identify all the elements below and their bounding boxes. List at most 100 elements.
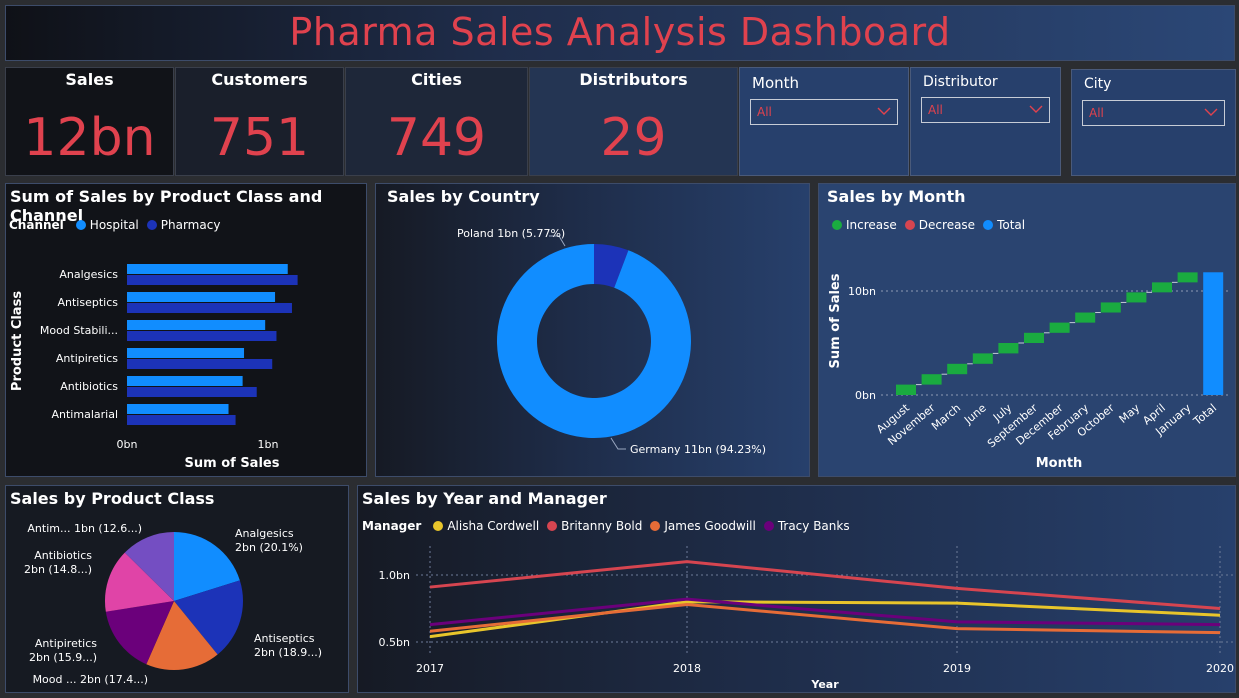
leader-line-germany (610, 437, 626, 450)
x-tick-label: 0bn (117, 438, 138, 451)
y-axis-title: Product Class (10, 291, 25, 391)
sales-by-country-chart[interactable]: Sales by Country Poland 1bn (5.77%) Germa… (375, 183, 810, 477)
city-dropdown[interactable]: All (1082, 100, 1225, 126)
line-chart-svg: 1.0bn 0.5bn 2017 2018 2019 2020 Year (379, 546, 1234, 691)
slicer-label: Month (752, 74, 800, 92)
data-label-mood: Mood ... 2bn (17.4...) (33, 673, 148, 686)
kpi-label: Distributors (579, 70, 688, 89)
dropdown-value: All (1089, 106, 1104, 120)
x-axis-title: Month (1036, 456, 1083, 471)
data-label-poland: Poland 1bn (5.77%) (457, 227, 565, 240)
data-label-antiseptics: Antiseptics (254, 632, 315, 645)
bar-january (1177, 272, 1198, 283)
kpi-card-sales[interactable]: Sales 12bn (5, 67, 174, 176)
data-label-antipiretics: 2bn (15.9...) (29, 651, 97, 664)
y-tick-label: 0bn (855, 389, 876, 402)
data-label-germany: Germany 11bn (94.23%) (630, 443, 766, 456)
data-label-antiseptics: 2bn (18.9...) (254, 646, 322, 659)
kpi-label: Customers (211, 70, 308, 89)
data-label-analgesics: 2bn (20.1%) (235, 541, 303, 554)
sales-by-product-class-chart[interactable]: Sales by Product Class Analgesics 2bn (20… (5, 485, 349, 693)
dropdown-value: All (928, 103, 943, 117)
kpi-label: Sales (65, 70, 114, 89)
dropdown-value: All (757, 105, 772, 119)
x-tick-label: 2018 (673, 662, 701, 675)
x-tick-label: 2019 (943, 662, 971, 675)
waterfall-chart-svg: 0bn10bnAugustNovemberMarchJune JulySeptem… (828, 272, 1229, 471)
dashboard-title: Pharma Sales Analysis Dashboard (289, 10, 951, 54)
bar-october (1100, 302, 1121, 313)
sales-by-year-manager-chart[interactable]: Sales by Year and Manager Manager Alisha… (357, 485, 1236, 693)
bar-antimalarial-pharmacy (127, 415, 236, 425)
x-tick-label: 2020 (1206, 662, 1234, 675)
chevron-down-icon (1029, 105, 1043, 113)
x-axis-title: Year (810, 678, 839, 691)
x-tick-label: 1bn (258, 438, 279, 451)
bar-august (896, 384, 916, 395)
data-label-analgesics: Analgesics (235, 527, 294, 540)
bar-mood-stabili-hospital (127, 320, 266, 330)
kpi-value: 751 (209, 108, 310, 168)
bar-chart-svg: Analgesics Antiseptics Mood Stabili... Anti… (10, 264, 298, 471)
dashboard-header: Pharma Sales Analysis Dashboard (5, 5, 1235, 61)
distributor-dropdown[interactable]: All (921, 97, 1050, 123)
distributor-slicer: Distributor All (910, 67, 1061, 176)
bar-march (947, 363, 968, 375)
pie-chart-svg: Analgesics2bn (20.1%) Antiseptics2bn (18.… (24, 522, 322, 686)
category-label-antipiretics: Antipiretics (56, 352, 118, 365)
slice-germany (497, 244, 691, 438)
bar-total (1203, 272, 1224, 395)
bar-december (1049, 322, 1070, 333)
category-label-mood-stabili: Mood Stabili... (40, 324, 118, 337)
city-slicer: City All (1071, 69, 1236, 176)
bar-june (972, 353, 993, 364)
bar-july (998, 343, 1019, 354)
x-tick-label-total: Total (1190, 401, 1219, 428)
month-slicer: Month All (739, 67, 909, 176)
category-label-antimalarial: Antimalarial (52, 408, 119, 421)
slicer-label: Distributor (923, 74, 998, 90)
donut-chart-svg: Poland 1bn (5.77%) Germany 11bn (94.23%) (457, 227, 766, 456)
bar-september (1024, 332, 1044, 343)
kpi-card-cities[interactable]: Cities 749 (345, 67, 528, 176)
sales-by-month-chart[interactable]: Sales by Month Increase Decrease Total 0… (818, 183, 1236, 477)
data-label-antipiretics: Antipiretics (35, 637, 97, 650)
product-class-channel-chart[interactable]: Sum of Sales by Product Class and Channe… (5, 183, 367, 477)
kpi-value: 29 (600, 108, 667, 168)
category-label-antiseptics: Antiseptics (58, 296, 119, 309)
y-tick-label: 10bn (848, 285, 876, 298)
bar-antimalarial-hospital (127, 404, 229, 414)
kpi-value: 12bn (23, 108, 156, 168)
month-dropdown[interactable]: All (750, 99, 898, 125)
chevron-down-icon (1204, 108, 1218, 116)
bar-analgesics-hospital (127, 264, 288, 274)
y-axis-title: Sum of Sales (828, 273, 843, 368)
category-label-antibiotics: Antibiotics (60, 380, 118, 393)
bar-antibiotics-pharmacy (127, 387, 257, 397)
kpi-value: 749 (386, 108, 487, 168)
kpi-card-customers[interactable]: Customers 751 (175, 67, 344, 176)
bar-antipiretics-pharmacy (127, 359, 273, 369)
slicer-label: City (1084, 76, 1112, 92)
bar-april (1152, 282, 1172, 293)
y-tick-label: 0.5bn (379, 636, 410, 649)
data-label-antim: Antim... 1bn (12.6...) (27, 522, 142, 535)
bar-antibiotics-hospital (127, 376, 243, 386)
x-tick-label-march: March (929, 401, 963, 433)
kpi-card-distributors[interactable]: Distributors 29 (529, 67, 738, 176)
bar-february (1075, 312, 1096, 323)
category-label-analgesics: Analgesics (59, 268, 118, 281)
chevron-down-icon (877, 107, 891, 115)
x-tick-label-june: June (961, 401, 989, 427)
bar-analgesics-pharmacy (127, 275, 298, 285)
bar-may (1126, 292, 1147, 303)
y-tick-label: 1.0bn (379, 569, 410, 582)
bar-antiseptics-hospital (127, 292, 276, 302)
kpi-label: Cities (411, 70, 462, 89)
data-label-antibiotics: 2bn (14.8...) (24, 563, 92, 576)
data-label-antibiotics: Antibiotics (34, 549, 92, 562)
x-axis-title: Sum of Sales (185, 456, 280, 471)
x-tick-label-may: May (1117, 401, 1143, 426)
bar-antipiretics-hospital (127, 348, 245, 358)
bar-mood-stabili-pharmacy (127, 331, 277, 341)
